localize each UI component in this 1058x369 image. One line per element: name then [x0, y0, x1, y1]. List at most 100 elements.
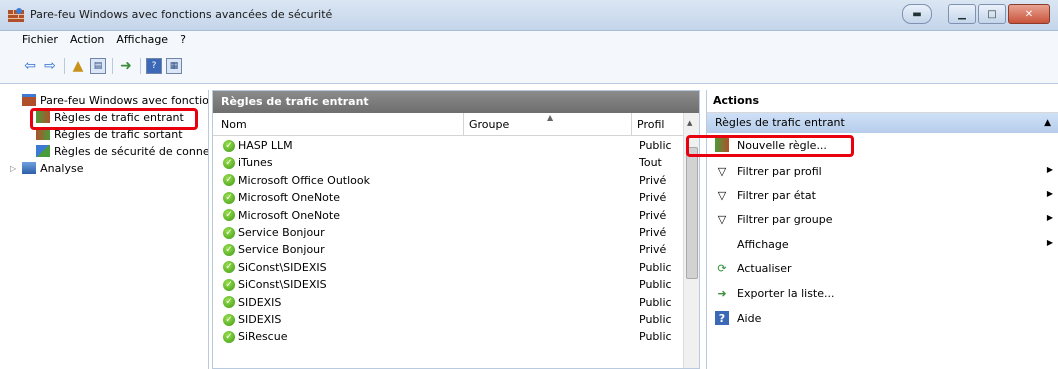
refresh-icon: ⟳	[717, 261, 727, 275]
table-row[interactable]: ✓ SiConst\SIDEXIS Public	[213, 260, 683, 276]
menu-affichage[interactable]: Affichage	[116, 31, 168, 49]
submenu-arrow-icon: ▶	[1046, 213, 1053, 222]
actions-section[interactable]: Règles de trafic entrant ▲	[707, 113, 1058, 133]
rule-name: ✓ Microsoft Office Outlook	[223, 174, 370, 187]
rule-name: ✓ HASP LLM	[223, 139, 293, 152]
rule-name: ✓ Microsoft OneNote	[223, 191, 340, 204]
enabled-check-icon: ✓	[223, 313, 235, 326]
scroll-thumb[interactable]	[686, 147, 698, 279]
column-nom[interactable]: Nom	[221, 118, 247, 131]
action-export-label: Exporter la liste...	[737, 286, 835, 300]
connection-security-icon	[36, 145, 50, 157]
enabled-check-icon: ✓	[223, 296, 235, 309]
list-header: Règles de trafic entrant	[213, 91, 699, 113]
enabled-check-icon: ✓	[223, 191, 235, 204]
rule-profile: Public	[639, 278, 672, 292]
table-row[interactable]: ✓ Service Bonjour Privé	[213, 225, 683, 241]
tree-item-security[interactable]: Règles de sécurité de conne	[36, 143, 208, 159]
tree-root-label: Pare-feu Windows avec fonctio	[40, 93, 209, 107]
rule-name-text: SiRescue	[238, 330, 288, 344]
highlight-box-inbound	[30, 108, 198, 130]
table-row[interactable]: ✓ Microsoft OneNote Privé	[213, 190, 683, 206]
actions-section-label: Règles de trafic entrant	[715, 116, 845, 129]
filter-icon: ▽	[717, 164, 727, 178]
rule-name-text: HASP LLM	[238, 139, 293, 152]
export-icon[interactable]: ➜	[118, 58, 134, 74]
forward-arrow-icon[interactable]: ⇨	[42, 58, 58, 74]
action-help[interactable]: ? Aide	[707, 307, 1058, 329]
expand-arrow-icon[interactable]: ▷	[10, 164, 16, 173]
submenu-arrow-icon: ▶	[1046, 189, 1053, 198]
actions-header: Actions	[707, 90, 1058, 113]
action-export[interactable]: ➜ Exporter la liste...	[707, 282, 1058, 304]
action-filter-state-label: Filtrer par état	[737, 188, 816, 202]
rule-profile: Public	[639, 313, 672, 326]
scroll-up-icon[interactable]: ▲	[687, 119, 692, 127]
enabled-check-icon: ✓	[223, 174, 235, 187]
highlight-box-new-rule	[686, 135, 854, 157]
enabled-check-icon: ✓	[223, 139, 235, 152]
table-row[interactable]: ✓ Microsoft OneNote Privé	[213, 208, 683, 224]
table-row[interactable]: ✓ SIDEXIS Public	[213, 295, 683, 311]
rule-name-text: SiConst\SIDEXIS	[238, 260, 327, 274]
maximize-button[interactable]: □	[978, 4, 1006, 24]
tree-root[interactable]: Pare-feu Windows avec fonctio	[22, 92, 209, 108]
rule-name: ✓ SiRescue	[223, 330, 287, 343]
navigation-tree: Pare-feu Windows avec fonctio Règles de …	[8, 90, 209, 369]
table-row[interactable]: ✓ Service Bonjour Privé	[213, 242, 683, 258]
rule-name-text: Microsoft OneNote	[238, 208, 340, 222]
enabled-check-icon: ✓	[223, 278, 235, 291]
show-hide-action-pane-icon[interactable]: ▦	[166, 58, 182, 74]
minimize-button[interactable]: ▁	[948, 4, 976, 24]
menu-help[interactable]: ?	[180, 31, 186, 49]
tree-item-analyse-label: Analyse	[40, 161, 84, 175]
action-refresh[interactable]: ⟳ Actualiser	[707, 257, 1058, 279]
show-hide-tree-icon[interactable]: ▤	[90, 58, 106, 74]
rule-name-text: SiConst\SIDEXIS	[238, 278, 327, 292]
submenu-arrow-icon: ▶	[1046, 238, 1053, 247]
help-icon[interactable]: ?	[146, 58, 162, 74]
table-row[interactable]: ✓ iTunes Tout	[213, 155, 683, 171]
rule-name-text: SIDEXIS	[238, 295, 282, 309]
action-refresh-label: Actualiser	[737, 261, 792, 275]
action-filter-profile[interactable]: ▽ Filtrer par profil ▶	[707, 160, 1058, 182]
table-row[interactable]: ✓ Microsoft Office Outlook Privé	[213, 173, 683, 189]
window-title: Pare-feu Windows avec fonctions avancées…	[30, 8, 333, 21]
column-profil[interactable]: Profil	[637, 118, 664, 131]
rule-name-text: SIDEXIS	[238, 313, 282, 326]
help-caption-button[interactable]: ▬	[902, 4, 932, 24]
filter-icon: ▽	[717, 212, 727, 226]
monitoring-icon	[22, 162, 37, 174]
close-button[interactable]: ✕	[1008, 4, 1050, 24]
rule-name: ✓ Service Bonjour	[223, 243, 325, 256]
firewall-icon	[22, 94, 36, 106]
table-row[interactable]: ✓ SiConst\SIDEXIS Public	[213, 277, 683, 293]
menu-fichier[interactable]: Fichier	[22, 31, 58, 49]
action-filter-group[interactable]: ▽ Filtrer par groupe ▶	[707, 208, 1058, 230]
rule-name-text: Service Bonjour	[238, 243, 325, 257]
rule-profile: Tout	[639, 156, 662, 170]
column-groupe[interactable]: Groupe	[469, 118, 509, 131]
up-folder-icon[interactable]: ▲	[70, 58, 86, 74]
rule-profile: Privé	[639, 191, 667, 205]
rule-name-text: Microsoft Office Outlook	[238, 173, 370, 187]
action-view[interactable]: Affichage ▶	[707, 233, 1058, 255]
rule-name: ✓ iTunes	[223, 156, 273, 169]
collapse-icon[interactable]: ▲	[1044, 113, 1051, 133]
rule-profile: Privé	[639, 226, 667, 239]
tree-item-analyse[interactable]: ▷ Analyse	[10, 160, 83, 176]
column-headers: Nom Groupe ▲ Profil	[213, 113, 699, 136]
action-filter-state[interactable]: ▽ Filtrer par état ▶	[707, 184, 1058, 206]
table-row[interactable]: ✓ HASP LLM Public	[213, 138, 683, 154]
back-arrow-icon[interactable]: ⇦	[22, 58, 38, 74]
menu-action[interactable]: Action	[70, 31, 104, 49]
table-row[interactable]: ✓ SIDEXIS Public	[213, 312, 683, 328]
table-row[interactable]: ✓ SiRescue Public	[213, 329, 683, 345]
rule-profile: Public	[639, 139, 672, 152]
enabled-check-icon: ✓	[223, 243, 235, 256]
rule-name: ✓ SIDEXIS	[223, 296, 281, 309]
rule-name: ✓ SIDEXIS	[223, 313, 281, 326]
toolbar: ⇦ ⇨ ▲ ▤ ➜ ? ▦	[0, 49, 1058, 84]
export-list-icon: ➜	[717, 286, 727, 300]
action-filter-group-label: Filtrer par groupe	[737, 212, 833, 226]
